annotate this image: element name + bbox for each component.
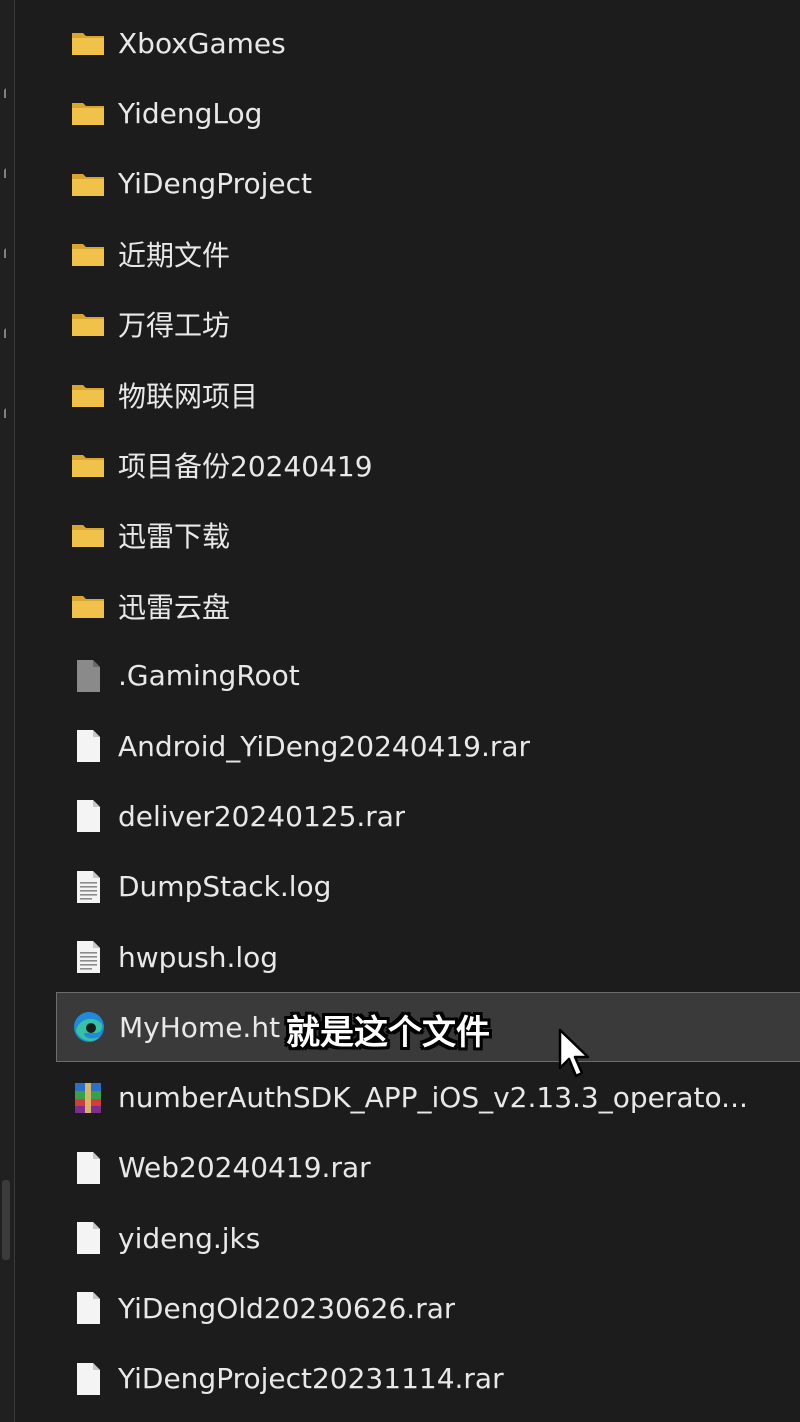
file-name-label: 万得工坊 [118,309,231,343]
folder-icon [68,445,108,485]
file-name-label: 迅雷云盘 [118,590,231,624]
folder-icon [68,23,108,63]
file-name-label: yideng.jks [118,1221,261,1255]
file-name-label: Android_YiDeng20240419.rar [118,729,531,763]
file-name-label: Web20240419.rar [118,1151,371,1185]
file-name-label: numberAuthSDK_APP_iOS_v2.13.3_operato... [118,1081,748,1115]
file-row[interactable]: DumpStack.log [56,852,800,922]
file-name-label: MyHome.ht [119,1010,281,1044]
file-row[interactable]: numberAuthSDK_APP_iOS_v2.13.3_operato... [56,1062,800,1132]
file-row[interactable]: YiDengProject [56,149,800,219]
file-row[interactable]: YiDengOld20230626.rar [56,1273,800,1343]
file-row[interactable]: Web20240419.rar [56,1133,800,1203]
winrar-archive-icon [68,1078,108,1118]
file-row[interactable]: YiDengProject20231114.rar [56,1344,800,1414]
text-file-icon [68,937,108,977]
file-row[interactable]: 万得工坊 [56,289,800,359]
pane-divider[interactable] [14,0,15,1422]
folder-icon [68,93,108,133]
file-name-label: 近期文件 [118,239,231,273]
file-icon [68,796,108,836]
file-icon [68,1148,108,1188]
file-row[interactable]: yideng.jks [56,1203,800,1273]
file-row[interactable]: 物联网项目 [56,359,800,429]
file-row[interactable]: 迅雷下载 [56,500,800,570]
folder-icon [68,164,108,204]
chevron-right-icon[interactable] [0,88,6,98]
file-name-label: hwpush.log [118,940,279,974]
file-row[interactable]: .GamingRoot [56,641,800,711]
file-name-label: XboxGames [118,26,286,60]
text-file-icon [68,867,108,907]
navigation-pane[interactable] [0,0,14,1422]
file-name-label: YiDengProject20231114.rar [118,1362,504,1396]
file-row[interactable]: deliver20240125.rar [56,781,800,851]
file-list: XboxGames YidengLog YiDengProject 近期文件万得工坊物… [56,8,800,1414]
file-name-label: YidengLog [118,96,263,130]
file-icon [68,1359,108,1399]
file-name-label: 物联网项目 [118,379,259,413]
file-icon [68,726,108,766]
video-caption: 就是这个文件 [286,1013,490,1053]
file-row[interactable]: XboxGames [56,8,800,78]
file-explorer-window: XboxGames YidengLog YiDengProject 近期文件万得工坊物… [0,0,800,1422]
chevron-right-icon[interactable] [0,168,6,178]
file-name-label: .GamingRoot [118,659,300,693]
folder-icon [68,515,108,555]
file-row[interactable]: 迅雷云盘 [56,570,800,640]
file-row[interactable]: Android_YiDeng20240419.rar [56,711,800,781]
mouse-pointer-icon [558,1028,590,1078]
file-icon [68,1218,108,1258]
file-name-label: 项目备份20240419 [118,449,373,483]
folder-icon [68,234,108,274]
folder-icon [68,586,108,626]
chevron-right-icon[interactable] [0,248,6,258]
folder-icon [68,375,108,415]
file-name-label: YiDengOld20230626.rar [118,1291,456,1325]
file-row[interactable]: 项目备份20240419 [56,430,800,500]
file-name-label: deliver20240125.rar [118,799,406,833]
folder-icon [68,304,108,344]
chevron-right-icon[interactable] [0,408,6,418]
chevron-right-icon[interactable] [0,328,6,338]
file-name-label: 迅雷下载 [118,520,231,554]
navigation-scrollbar[interactable] [2,1180,10,1260]
file-icon [68,1288,108,1328]
system-file-icon [68,656,108,696]
file-row[interactable]: 近期文件 [56,219,800,289]
edge-browser-icon [69,1007,109,1047]
file-row[interactable]: YidengLog [56,78,800,148]
file-name-label: YiDengProject [118,167,312,201]
file-row[interactable]: hwpush.log [56,922,800,992]
file-name-label: DumpStack.log [118,870,332,904]
